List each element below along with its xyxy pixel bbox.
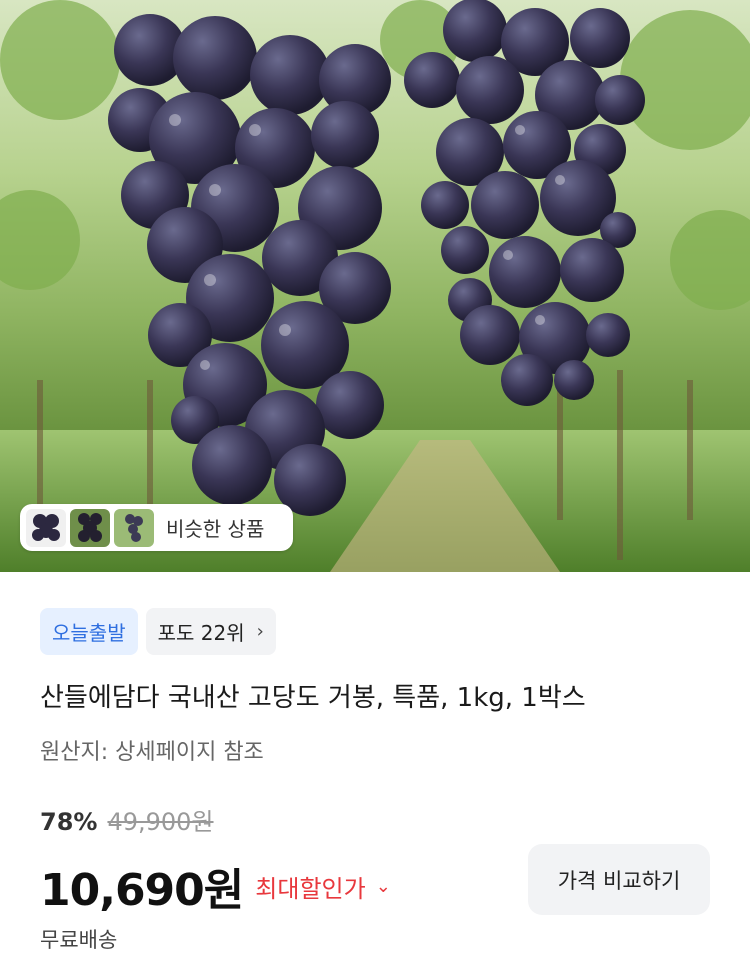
product-title: 산들에담다 국내산 고당도 거봉, 특품, 1kg, 1박스	[40, 683, 586, 713]
product-origin: 원산지: 상세페이지 참조	[40, 740, 264, 765]
badge-row: 오늘출발 포도 22위 ›	[40, 608, 276, 655]
chevron-right-icon: ›	[256, 621, 264, 642]
similar-products-button[interactable]: 비슷한 상품	[20, 504, 293, 551]
sale-price: 10,690원	[40, 865, 244, 916]
original-price: 49,900원	[107, 808, 214, 836]
price-row: 10,690원 최대할인가 ⌄	[40, 854, 391, 918]
similar-thumb-3	[114, 508, 154, 547]
similar-thumb-2	[70, 508, 110, 547]
compare-price-button[interactable]: 가격 비교하기	[528, 844, 710, 915]
compare-price-label: 가격 비교하기	[557, 868, 681, 893]
shipping-info: 무료배송	[40, 928, 118, 952]
category-rank-link[interactable]: 포도 22위 ›	[145, 608, 276, 655]
today-ship-badge: 오늘출발	[40, 608, 138, 655]
similar-thumb-1	[26, 508, 66, 547]
grape-photo	[0, 0, 750, 572]
today-ship-label: 오늘출발	[52, 621, 126, 645]
similar-products-label: 비슷한 상품	[166, 517, 265, 541]
discount-row: 78% 49,900원	[40, 802, 214, 837]
max-discount-label: 최대할인가	[255, 874, 366, 903]
max-discount-toggle[interactable]: 최대할인가 ⌄	[255, 869, 391, 904]
chevron-down-icon: ⌄	[375, 875, 391, 897]
discount-rate: 78%	[40, 808, 98, 836]
product-image[interactable]: 비슷한 상품	[0, 0, 750, 572]
category-rank-label: 포도 22위	[157, 621, 245, 645]
